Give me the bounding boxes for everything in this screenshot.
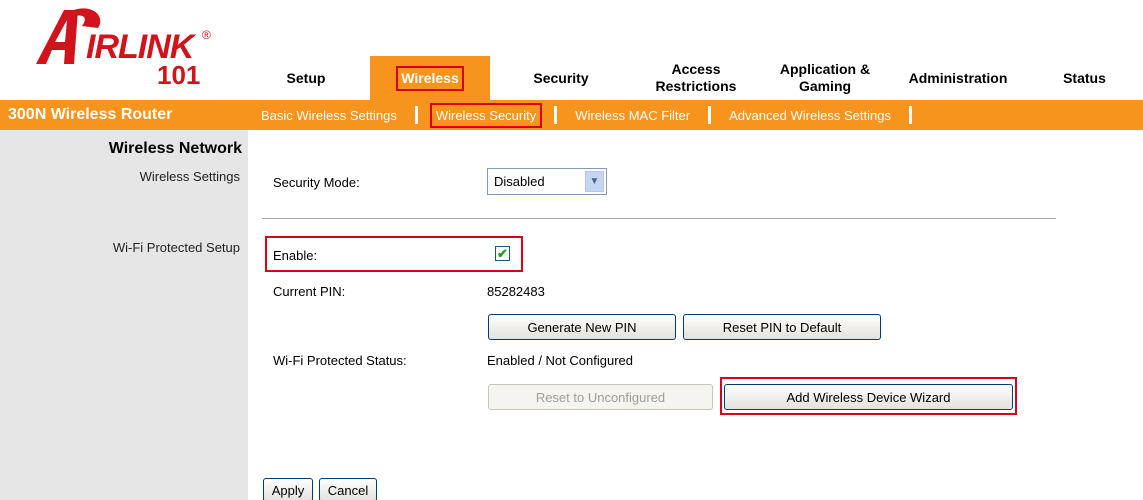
logo-number: 101 (157, 60, 201, 90)
tab-setup-label: Setup (286, 69, 326, 86)
tab-status-label: Status (1063, 69, 1106, 86)
subtab-wireless-security[interactable]: Wireless Security (429, 102, 543, 128)
current-pin-label: Current PIN: (273, 284, 346, 299)
tab-administration-label: Administration (908, 69, 1008, 86)
section-label-wps: Wi-Fi Protected Setup (112, 240, 240, 255)
wps-status-label: Wi-Fi Protected Status: (273, 353, 407, 368)
tab-access-restrictions-label: Access Restrictions (655, 61, 737, 94)
chevron-down-icon: ▼ (585, 171, 604, 192)
tab-setup[interactable]: Setup (242, 56, 370, 100)
reset-unconfigured-button[interactable]: Reset to Unconfigured (488, 384, 713, 410)
generate-pin-button[interactable]: Generate New PIN (488, 314, 676, 340)
apply-button[interactable]: Apply (263, 478, 313, 500)
tab-wireless-label: Wireless (396, 65, 464, 91)
subtab-wireless-mac-filter[interactable]: Wireless MAC Filter (569, 108, 696, 123)
sub-nav-bar: 300N Wireless Router Basic Wireless Sett… (0, 100, 1143, 130)
subtab-basic-wireless-settings[interactable]: Basic Wireless Settings (255, 108, 403, 123)
section-title: Wireless Network (108, 140, 242, 157)
tab-application-gaming[interactable]: Application & Gaming (760, 56, 890, 100)
security-mode-select[interactable]: Disabled ▼ (487, 168, 607, 195)
wps-status-value: Enabled / Not Configured (487, 353, 633, 368)
sub-nav: Basic Wireless Settings Wireless Securit… (255, 100, 924, 130)
left-pane: Wireless Network Wireless Settings Wi-Fi… (0, 130, 248, 500)
tab-administration[interactable]: Administration (890, 56, 1026, 100)
tab-access-restrictions[interactable]: Access Restrictions (632, 56, 760, 100)
subtab-separator (908, 106, 912, 124)
cancel-button[interactable]: Cancel (319, 478, 377, 500)
checkmark-icon: ✔ (497, 246, 508, 261)
section-label-wireless-settings: Wireless Settings (139, 169, 240, 184)
tab-wireless[interactable]: Wireless (370, 56, 490, 100)
airlink-logo: IRLINK ® 101 (30, 6, 230, 96)
subtab-separator (554, 106, 558, 124)
main-nav: Setup Wireless Security Access Restricti… (242, 56, 1143, 100)
tab-status[interactable]: Status (1026, 56, 1143, 100)
current-pin-value: 85282483 (487, 284, 545, 299)
subtab-separator (708, 106, 712, 124)
subtab-separator (414, 106, 418, 124)
enable-label: Enable: (273, 248, 318, 263)
security-mode-label: Security Mode: (273, 175, 360, 190)
logo-registered-mark: ® (202, 28, 211, 42)
reset-pin-button[interactable]: Reset PIN to Default (683, 314, 881, 340)
tab-application-gaming-label: Application & Gaming (779, 61, 871, 94)
tab-security[interactable]: Security (490, 56, 632, 100)
subtab-advanced-wireless-settings[interactable]: Advanced Wireless Settings (723, 108, 897, 123)
enable-checkbox[interactable]: ✔ (495, 246, 510, 261)
tab-security-label: Security (533, 69, 589, 86)
section-divider (262, 218, 1056, 219)
security-mode-value: Disabled (494, 174, 545, 189)
add-device-wizard-button[interactable]: Add Wireless Device Wizard (724, 384, 1013, 410)
router-model-title: 300N Wireless Router (8, 106, 173, 123)
